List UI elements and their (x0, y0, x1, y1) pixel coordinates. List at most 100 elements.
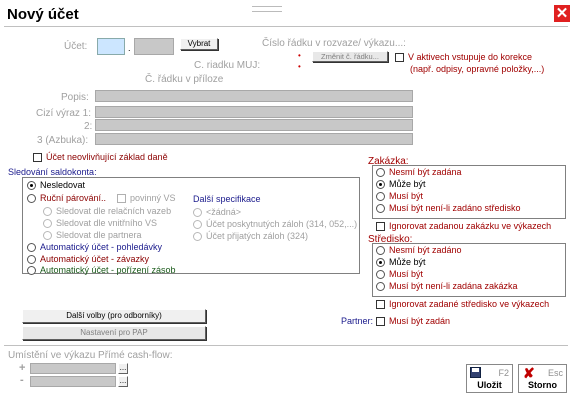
povinny-vs-checkbox[interactable]: povinný VS (117, 193, 176, 204)
stredisko-option-0[interactable]: Nesmí být zadáno (376, 245, 462, 256)
zakazka-option-3[interactable]: Musí být není-li zadáno středisko (376, 203, 521, 214)
poskytnutych-radio[interactable]: Účet poskytnutých záloh (314, 052,...) (193, 219, 358, 230)
vnitrniho-vs-radio[interactable]: Sledovat dle vnitřního VS (43, 218, 158, 229)
drag-handle[interactable] (252, 6, 282, 12)
saldo-nesledovat-radio[interactable]: Nesledovat (27, 180, 86, 191)
stredisko-option-3[interactable]: Musí být není-li zadána zakázka (376, 281, 518, 292)
partner-label: Partner: (341, 316, 374, 326)
partner-musi-checkbox[interactable]: Musí být zadán (376, 316, 451, 327)
zakazka-option-2[interactable]: Musí být (376, 191, 424, 202)
cislo-radku-value: • (298, 51, 301, 60)
aktivech-label: V aktivech vstupuje do korekce (408, 52, 533, 62)
popis-input[interactable] (95, 90, 413, 102)
stredisko-option-label: Může být (389, 257, 426, 267)
cizi1-label: Cizí výraz 1: (36, 108, 92, 119)
storno-key: Esc (547, 368, 563, 378)
stredisko-radio-2[interactable] (376, 270, 385, 280)
zakazka-option-0[interactable]: Nesmí být zadána (376, 167, 462, 178)
riadku-muj-label: C. riadku MUJ: (194, 60, 261, 71)
cashflow-plus-input[interactable] (30, 363, 116, 374)
storno-button[interactable]: ✘ Esc Storno (518, 364, 567, 393)
auto-pohl-radio[interactable]: Automatický účet - pohledávky (27, 242, 163, 253)
dalsi-spec-title: Další specifikace (193, 194, 261, 204)
stredisko-ignorovat-label: Ignorovat zadané středisko ve výkazech (389, 299, 550, 309)
pap-button[interactable]: Nastavení pro PAP (22, 326, 206, 340)
dalsi-volby-button[interactable]: Další volby (pro odborníky) (22, 309, 206, 323)
zakazka-option-label: Musí být není-li zadáno středisko (389, 203, 521, 213)
zakazka-radio-2[interactable] (376, 192, 385, 202)
poskytnutych-label: Účet poskytnutých záloh (314, 052,...) (206, 219, 358, 229)
cashflow-minus-input[interactable] (30, 376, 116, 387)
stredisko-ignorovat-checkbox[interactable]: Ignorovat zadané středisko ve výkazech (376, 299, 550, 310)
auto-zav-radio[interactable]: Automatický účet - závazky (27, 254, 149, 265)
auto-zas-label: Automatický účet - pořízení zásob (40, 265, 176, 275)
stredisko-option-label: Nesmí být zadáno (389, 245, 462, 255)
zmenit-radku-button[interactable]: Změnit č. řádku... (312, 51, 388, 62)
zakazka-ignorovat-label: Ignorovat zadanou zakázku ve výkazech (389, 221, 552, 231)
aktivech-checkbox[interactable]: V aktivech vstupuje do korekce (395, 52, 533, 63)
zakazka-option-1[interactable]: Může být (376, 179, 426, 190)
povinny-vs-label: povinný VS (130, 193, 176, 203)
aktivech-sub: (např. odpisy, opravné položky,...) (410, 64, 545, 74)
ulozit-key: F2 (498, 368, 509, 378)
cashflow-plus-label: + (19, 362, 26, 374)
zakazka-option-label: Musí být (389, 191, 424, 201)
rel-vazeb-label: Sledovat dle relačních vazeb (56, 206, 172, 216)
zadna-label: <žádná> (206, 207, 242, 217)
prijatych-label: Účet přijatých záloh (324) (206, 231, 309, 241)
riadku-muj-value: • (298, 62, 301, 71)
stredisko-option-1[interactable]: Může být (376, 257, 426, 268)
storno-label: Storno (528, 380, 557, 390)
save-icon-label (472, 368, 479, 372)
cashflow-plus-button[interactable]: ... (118, 363, 128, 374)
title-divider (4, 26, 568, 27)
cizi3-input[interactable] (95, 133, 413, 145)
zakazka-option-label: Nesmí být zadána (389, 167, 462, 177)
saldo-title: Sledování saldokonta: (8, 167, 97, 177)
ucet-separator: . (128, 43, 131, 53)
ulozit-button[interactable]: F2 Uložit (466, 364, 513, 393)
saldo-nesledovat-label: Nesledovat (40, 180, 86, 190)
stredisko-option-2[interactable]: Musí být (376, 269, 423, 280)
popis-label: Popis: (61, 92, 89, 103)
vybrat-button[interactable]: Vybrat (180, 38, 218, 50)
close-icon[interactable]: ✕ (554, 5, 570, 22)
partnera-radio[interactable]: Sledovat dle partnera (43, 230, 142, 241)
partner-musi-label: Musí být zadán (389, 316, 451, 326)
cizi2-input[interactable] (95, 119, 413, 131)
neovlivnujici-label: Účet neovlivňující základ daně (46, 152, 168, 162)
cizi1-input[interactable] (95, 106, 413, 118)
zakazka-ignorovat-checkbox[interactable]: Ignorovat zadanou zakázku ve výkazech (376, 221, 552, 232)
stredisko-radio-0[interactable] (376, 246, 385, 256)
rel-vazeb-radio[interactable]: Sledovat dle relačních vazeb (43, 206, 172, 217)
zadna-radio[interactable]: <žádná> (193, 207, 242, 218)
cizi3-label: 3 (Azbuka): (37, 135, 89, 146)
cashflow-minus-label: - (20, 374, 24, 386)
cashflow-minus-button[interactable]: ... (118, 376, 128, 387)
auto-zas-radio[interactable]: Automatický účet - pořízení zásob (27, 265, 176, 276)
ucet-label: Účet: (64, 41, 88, 52)
cislo-radku-label: Číslo řádku v rozvaze/ výkazu...: (262, 38, 406, 49)
ucet-input-1[interactable] (97, 38, 125, 55)
zakazka-option-label: Může být (389, 179, 426, 189)
zakazka-radio-0[interactable] (376, 168, 385, 178)
partnera-label: Sledovat dle partnera (56, 230, 142, 240)
dialog-title: Nový účet (7, 6, 79, 23)
prijatych-radio[interactable]: Účet přijatých záloh (324) (193, 231, 309, 242)
zakazka-radio-1[interactable] (376, 180, 385, 190)
cizi2-label: 2: (84, 121, 93, 132)
zakazka-radio-3[interactable] (376, 204, 385, 214)
radku-priloze-label: Č. řádku v příloze (145, 74, 224, 85)
vnitrniho-vs-label: Sledovat dle vnitřního VS (56, 218, 158, 228)
stredisko-radio-3[interactable] (376, 282, 385, 292)
neovlivnujici-checkbox[interactable]: Účet neovlivňující základ daně (33, 152, 168, 163)
stredisko-option-label: Musí být není-li zadána zakázka (389, 281, 518, 291)
stredisko-radio-1[interactable] (376, 258, 385, 268)
auto-pohl-label: Automatický účet - pohledávky (40, 242, 163, 252)
ucet-input-2[interactable] (134, 38, 174, 55)
cashflow-label: Umístění ve výkazu Přímé cash-flow: (8, 350, 173, 361)
bottom-divider (4, 345, 568, 346)
saldo-rucni-label: Ruční párování.. (40, 193, 107, 203)
saldo-rucni-radio[interactable]: Ruční párování.. (27, 193, 107, 204)
ulozit-label: Uložit (477, 380, 502, 390)
